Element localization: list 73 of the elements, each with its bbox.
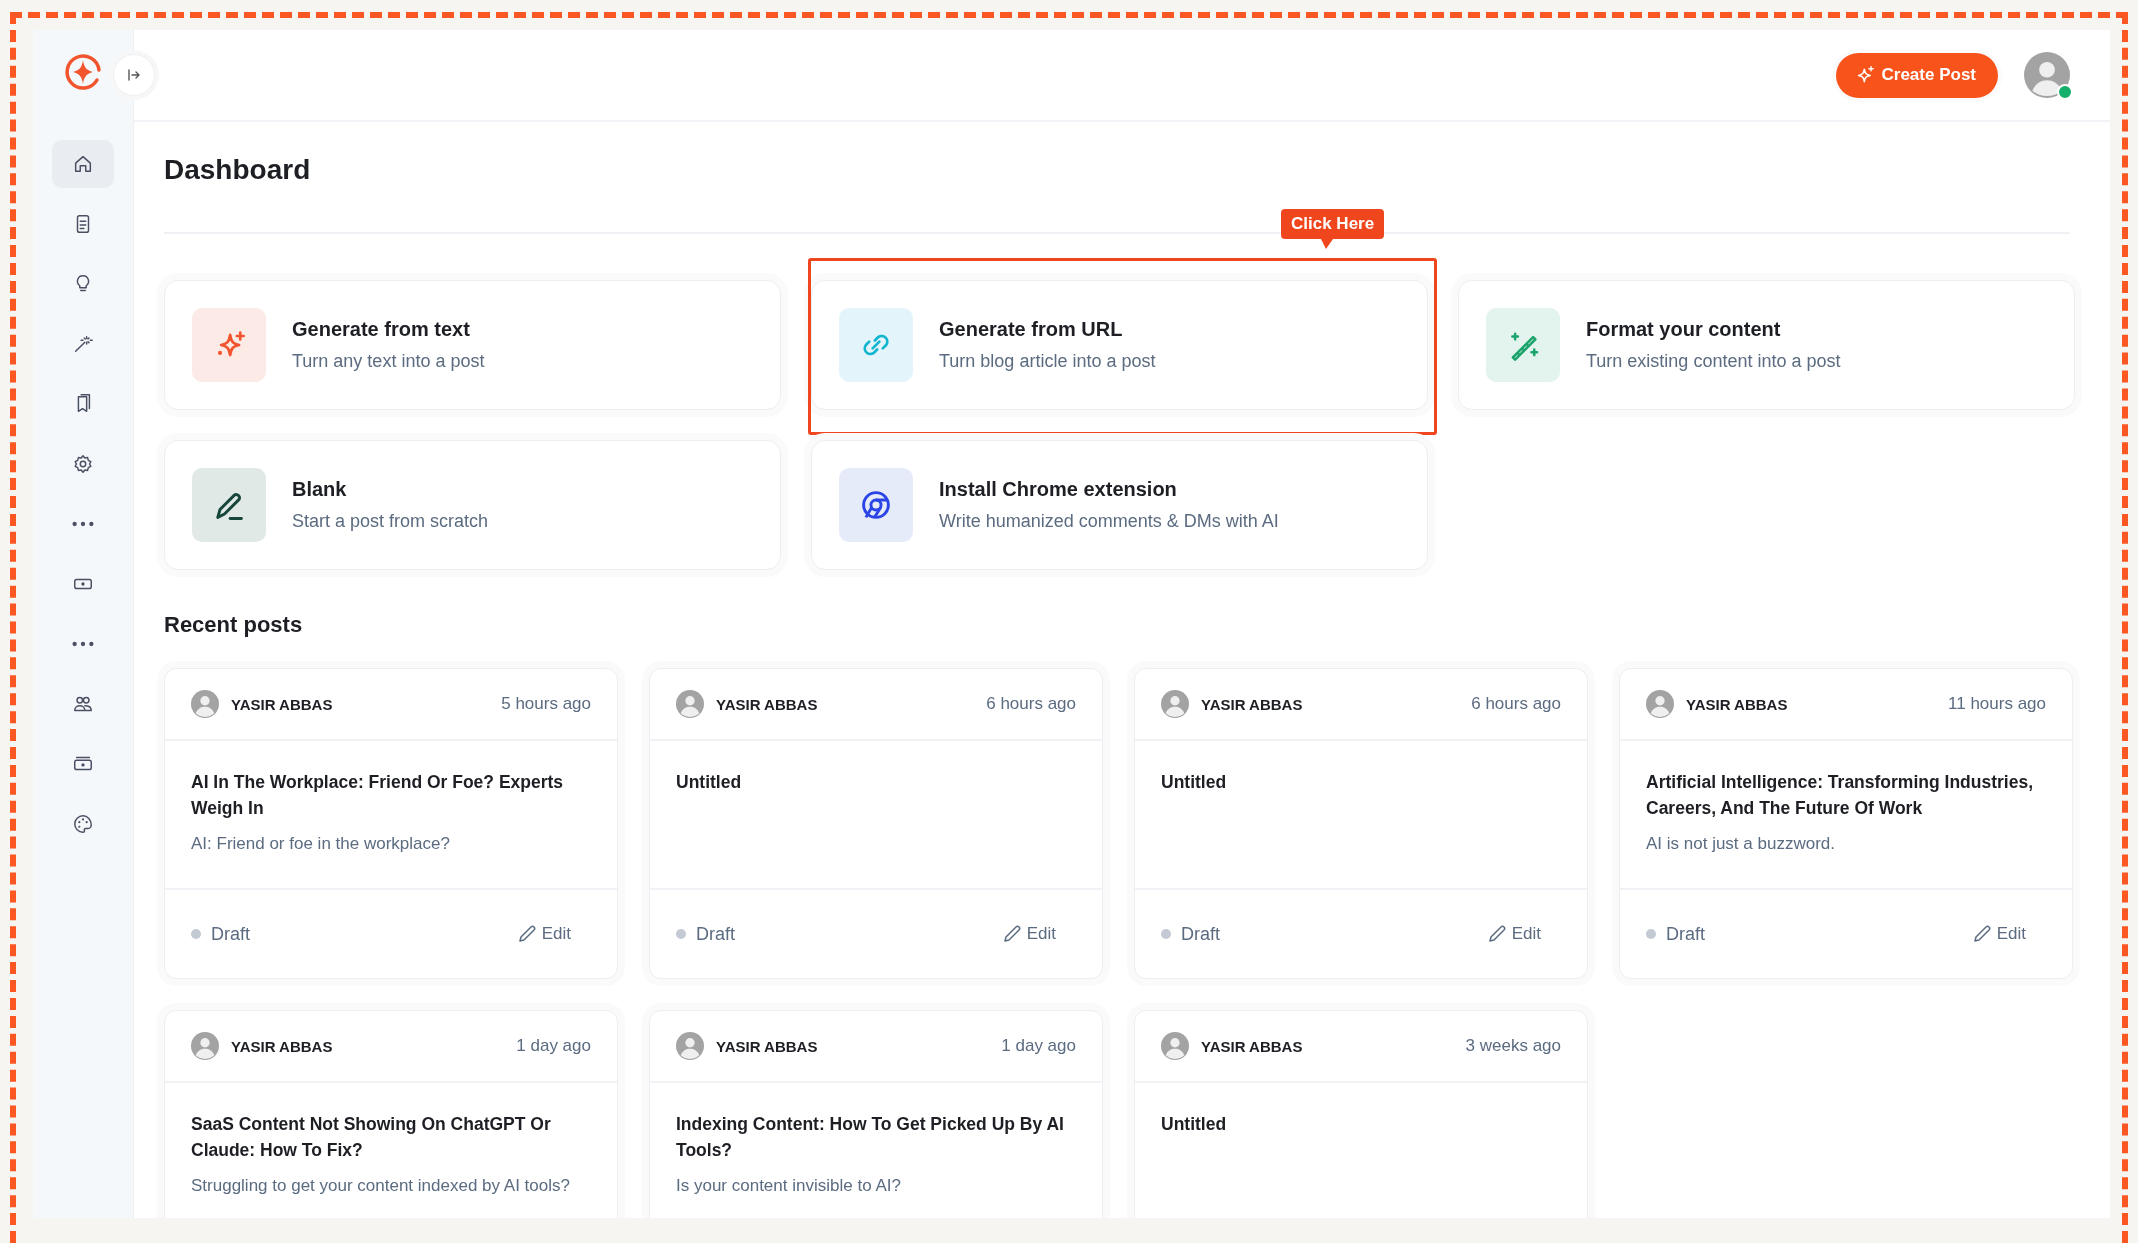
post-title: Indexing Content: How To Get Picked Up By AI Tools? — [676, 1113, 1065, 1162]
post-time: 6 hours ago — [986, 694, 1076, 714]
author-avatar — [191, 1032, 219, 1060]
more-icon — [72, 521, 94, 527]
edit-link[interactable]: Edit — [1001, 924, 1056, 944]
post-title: Artificial Intelligence: Transforming Industries, Careers, And The Future Of Work — [1646, 771, 2035, 820]
status-dot — [191, 929, 201, 939]
post-status: Draft — [696, 923, 735, 945]
post-excerpt: AI is not just a buzzword. — [1646, 833, 1836, 855]
post-title: AI In The Workplace: Friend Or Foe? Experts Weigh In — [191, 771, 565, 820]
callout-label: Click Here — [1281, 209, 1385, 239]
pencil-icon — [1971, 924, 1992, 944]
status-dot — [1161, 929, 1171, 939]
author-name: YASIR ABBAS — [231, 695, 334, 713]
edit-link[interactable]: Edit — [1486, 924, 1541, 944]
post-time: 5 hours ago — [501, 694, 591, 714]
post-title: Untitled — [1161, 1113, 1228, 1136]
action-title: Format your content — [1586, 318, 1782, 341]
author-name: YASIR ABBAS — [1201, 695, 1304, 713]
author-avatar — [191, 690, 219, 718]
edit-link[interactable]: Edit — [1971, 924, 2026, 944]
sidebar-item[interactable] — [52, 140, 114, 188]
post-excerpt: Struggling to get your content indexed by AI tools? — [191, 1175, 571, 1197]
collapse-sidebar-button[interactable] — [113, 54, 155, 96]
action-title: Generate from URL — [939, 318, 1124, 341]
post-status: Draft — [1181, 923, 1220, 945]
collapse-arrow-icon — [126, 67, 142, 83]
author-avatar — [676, 1032, 704, 1060]
post-time: 11 hours ago — [1948, 694, 2046, 714]
pencil-icon — [1486, 924, 1507, 944]
author-name: YASIR ABBAS — [1686, 695, 1789, 713]
post-excerpt: AI: Friend or foe in the workplace? — [191, 833, 451, 855]
settings-icon — [72, 453, 94, 475]
author-name: YASIR ABBAS — [231, 1037, 334, 1055]
action-subtitle: Turn existing content into a post — [1586, 351, 1841, 372]
pencil-icon — [516, 924, 537, 944]
action-subtitle: Turn blog article into a post — [939, 351, 1156, 372]
author-avatar — [1161, 690, 1189, 718]
author-avatar — [1161, 1032, 1189, 1060]
post-status: Draft — [211, 923, 250, 945]
home-icon — [72, 153, 94, 175]
palette-icon — [72, 813, 94, 835]
action-title: Generate from text — [292, 318, 471, 341]
section-title: Recent posts — [164, 612, 304, 638]
action-title: Install Chrome extension — [939, 478, 1178, 501]
sparkle-icon — [1855, 65, 1876, 85]
post-status: Draft — [1666, 923, 1705, 945]
author-avatar — [1646, 690, 1674, 718]
action-title: Blank — [292, 478, 348, 501]
action-subtitle: Write humanized comments & DMs with AI — [939, 511, 1279, 532]
author-name: YASIR ABBAS — [1201, 1037, 1304, 1055]
action-subtitle: Start a post from scratch — [292, 511, 489, 532]
status-dot — [1646, 929, 1656, 939]
post-time: 3 weeks ago — [1465, 1036, 1561, 1056]
user-avatar[interactable] — [2024, 52, 2070, 98]
post-time: 1 day ago — [1001, 1036, 1076, 1056]
post-time: 1 day ago — [516, 1036, 591, 1056]
post-title: Untitled — [1161, 771, 1228, 794]
author-name: YASIR ABBAS — [716, 1037, 819, 1055]
page-title: Dashboard — [164, 154, 312, 187]
action-subtitle: Turn any text into a post — [292, 351, 485, 372]
edit-link[interactable]: Edit — [516, 924, 571, 944]
post-title: SaaS Content Not Showing On ChatGPT Or Claude: How To Fix? — [191, 1113, 552, 1162]
pencil-icon — [1001, 924, 1022, 944]
author-avatar — [676, 690, 704, 718]
more-icon — [72, 641, 94, 647]
post-excerpt: Is your content invisible to AI? — [676, 1175, 902, 1197]
status-dot — [676, 929, 686, 939]
magic-wand-icon — [72, 333, 94, 355]
post-time: 6 hours ago — [1471, 694, 1561, 714]
post-title: Untitled — [676, 771, 743, 794]
author-name: YASIR ABBAS — [716, 695, 819, 713]
callout-pointer — [1321, 239, 1333, 249]
